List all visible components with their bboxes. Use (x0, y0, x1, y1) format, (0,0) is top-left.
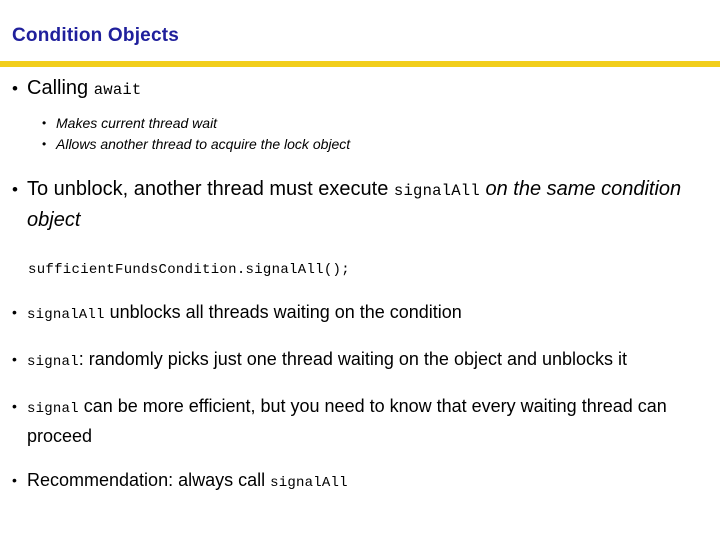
slide-body: • Calling await • Makes current thread w… (0, 74, 720, 497)
bullet-calling-await: • Calling await (0, 74, 720, 105)
bullet-glyph-icon: • (42, 137, 47, 151)
bullet-signal-more-efficient-text: signal can be more efficient, but you ne… (27, 393, 720, 450)
bullet3-code: signalAll (27, 307, 105, 323)
bullet4-code: signal (27, 354, 79, 370)
bullet-glyph-icon: • (12, 351, 17, 367)
bullet1-label: Calling (27, 77, 94, 99)
bullet-glyph-icon: • (42, 116, 47, 130)
sub-bullet-allows-another-thread: • Allows another thread to acquire the l… (0, 134, 720, 155)
bullet5-label: can be more efficient, but you need to k… (27, 396, 667, 446)
bullet-recommendation: • Recommendation: always call signalAll (0, 467, 720, 497)
bullet2-label: To unblock, another thread must execute (27, 178, 394, 200)
bullet2-code: signalAll (393, 182, 480, 200)
bullet-calling-await-text: Calling await (27, 74, 720, 105)
bullet5-code: signal (27, 401, 79, 417)
bullet-signalall-unblocks: • signalAll unblocks all threads waiting… (0, 299, 720, 329)
bullet-recommendation-text: Recommendation: always call signalAll (27, 467, 720, 497)
bullet-signal-more-efficient: • signal can be more efficient, but you … (0, 393, 720, 450)
slide: Condition Objects • Calling await • Make… (0, 0, 720, 540)
bullet6-label: Recommendation: always call (27, 470, 271, 490)
bullet4-label: : randomly picks just one thread waiting… (78, 349, 628, 369)
bullet-signal-randomly-picks: • signal: randomly picks just one thread… (0, 346, 720, 376)
bullet-signal-randomly-picks-text: signal: randomly picks just one thread w… (27, 346, 720, 376)
bullet6-code: signalAll (270, 475, 348, 491)
sub-bullet-1-text: Makes current thread wait (56, 115, 218, 131)
code-snippet: sufficientFundsCondition.signalAll(); (28, 262, 350, 278)
sub-bullet-2-text: Allows another thread to acquire the loc… (56, 136, 351, 152)
bullet-glyph-icon: • (12, 79, 18, 98)
bullet1-code: await (93, 81, 142, 99)
bullet-glyph-icon: • (12, 304, 17, 320)
bullet3-label: unblocks all threads waiting on the cond… (104, 302, 462, 322)
bullet-signalall-unblocks-text: signalAll unblocks all threads waiting o… (27, 299, 720, 329)
title-block: Condition Objects (0, 24, 720, 67)
bullet-to-unblock-text: To unblock, another thread must execute … (27, 175, 720, 235)
sub-bullet-makes-current-thread-wait: • Makes current thread wait (0, 113, 720, 134)
page-title: Condition Objects (12, 25, 180, 46)
bullet-glyph-icon: • (12, 472, 17, 488)
bullet-glyph-icon: • (12, 180, 18, 199)
bullet-glyph-icon: • (12, 398, 17, 414)
bullet-to-unblock: • To unblock, another thread must execut… (0, 175, 720, 235)
title-underline-rule (0, 61, 720, 67)
